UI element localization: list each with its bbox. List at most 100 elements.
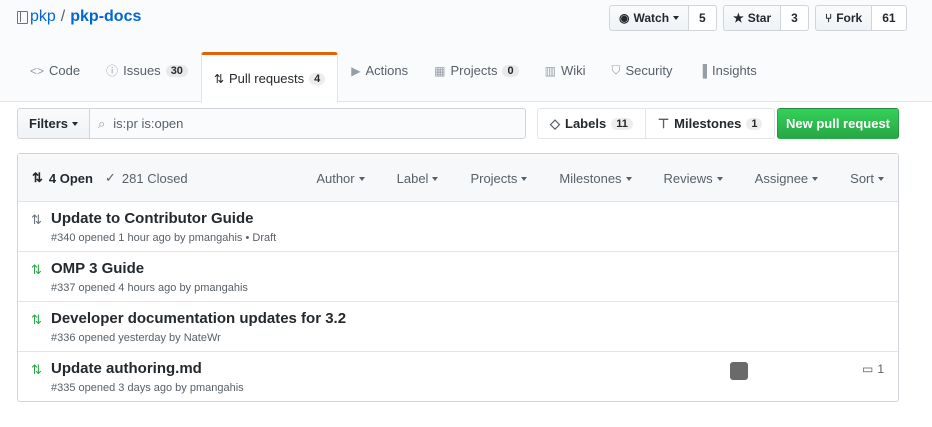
tab-security[interactable]: ⛉ Security xyxy=(598,52,685,87)
filters-group: Filters ⌕ xyxy=(17,108,527,139)
repo-owner-link[interactable]: pkp xyxy=(30,8,56,26)
milestones-menu[interactable]: Milestones xyxy=(559,170,632,186)
chevron-down-icon xyxy=(625,177,632,182)
filters-button[interactable]: Filters xyxy=(17,108,91,139)
pr-title-link[interactable]: Update authoring.md xyxy=(51,360,202,377)
star-button[interactable]: ★ Star xyxy=(723,5,782,31)
milestones-button[interactable]: ⊤ Milestones 1 xyxy=(645,108,776,139)
tab-actions[interactable]: ▶ Actions xyxy=(338,52,421,87)
watch-group: ◉ Watch 5 xyxy=(609,5,717,31)
chevron-down-icon xyxy=(432,177,439,182)
search-icon: ⌕ xyxy=(98,115,106,131)
tab-count: 30 xyxy=(165,64,188,77)
assignee-menu[interactable]: Assignee xyxy=(754,170,819,186)
chevron-down-icon xyxy=(358,177,365,182)
code-icon: <> xyxy=(30,63,45,78)
projects-menu[interactable]: Projects xyxy=(470,170,528,186)
watch-count[interactable]: 5 xyxy=(689,5,717,31)
shield-icon: ⛉ xyxy=(611,63,621,77)
fork-icon: ⑂ xyxy=(825,11,833,25)
milestones-count: 1 xyxy=(746,117,763,130)
closed-filter[interactable]: ✓ 281 Closed xyxy=(105,170,188,186)
eye-icon: ◉ xyxy=(619,11,630,25)
menu-label: Projects xyxy=(470,170,518,186)
star-count[interactable]: 3 xyxy=(781,5,809,31)
pr-title-link[interactable]: Developer documentation updates for 3.2 xyxy=(51,310,346,327)
comments-link[interactable]: ▭ 1 xyxy=(862,362,884,376)
pr-row: ⇅ Update authoring.md #335 opened 3 days… xyxy=(18,352,898,402)
menu-label: Label xyxy=(396,170,429,186)
comment-icon: ▭ xyxy=(861,362,874,376)
tag-icon: ◇ xyxy=(550,115,560,131)
assignee-avatar[interactable] xyxy=(730,362,748,380)
pr-row: ⇅ Update to Contributor Guide #340 opene… xyxy=(18,202,898,252)
closed-label: 281 Closed xyxy=(121,170,188,186)
pr-title-link[interactable]: Update to Contributor Guide xyxy=(51,210,253,227)
chevron-down-icon xyxy=(72,121,79,126)
reviews-menu[interactable]: Reviews xyxy=(664,171,723,186)
new-pull-request-button[interactable]: New pull request xyxy=(777,108,899,139)
search-input[interactable] xyxy=(113,116,494,131)
chevron-down-icon xyxy=(878,177,884,182)
tab-code[interactable]: <> Code xyxy=(17,52,93,87)
check-icon: ✓ xyxy=(104,170,116,185)
pr-row: ⇅ Developer documentation updates for 3.… xyxy=(18,302,898,352)
pr-row: ⇅ OMP 3 Guide #337 opened 4 hours ago by… xyxy=(18,252,898,302)
pull-request-icon: ⇅ xyxy=(31,362,42,377)
state-toggles: ⇅ 4 Open ✓ 281 Closed xyxy=(32,154,188,202)
pull-request-icon: ⇅ xyxy=(32,170,43,185)
pr-meta: #340 opened 1 hour ago by pmangahis • Dr… xyxy=(51,232,277,244)
tab-label: Actions xyxy=(365,63,409,78)
pull-request-icon: ⇅ xyxy=(31,262,42,277)
pr-meta: #337 opened 4 hours ago by pmangahis xyxy=(51,282,248,294)
fork-count[interactable]: 61 xyxy=(872,5,907,31)
pr-title-link[interactable]: OMP 3 Guide xyxy=(51,260,144,277)
labels-count: 11 xyxy=(611,117,633,130)
tab-wiki[interactable]: ▥ Wiki xyxy=(532,52,599,87)
label-menu[interactable]: Label xyxy=(397,171,439,186)
pr-list: ⇅ 4 Open ✓ 281 Closed Author Label Proje… xyxy=(17,153,899,402)
labels-milestones-group: ◇ Labels 11 ⊤ Milestones 1 xyxy=(537,108,776,139)
fork-button[interactable]: ⑂ Fork xyxy=(815,5,873,31)
pr-list-header: ⇅ 4 Open ✓ 281 Closed Author Label Proje… xyxy=(18,154,898,202)
tab-insights[interactable]: ▐ Insights xyxy=(685,52,769,87)
tab-label: Wiki xyxy=(560,63,586,78)
tab-pull-requests[interactable]: ⇅ Pull requests 4 xyxy=(200,52,339,103)
tab-label: Pull requests xyxy=(229,71,305,86)
repo-icon xyxy=(17,10,28,24)
labels-button[interactable]: ◇ Labels 11 xyxy=(537,108,646,139)
menu-label: Author xyxy=(316,170,355,186)
menu-label: Reviews xyxy=(663,170,713,186)
chevron-down-icon xyxy=(521,177,528,182)
project-icon: ▦ xyxy=(434,63,446,78)
sort-menu[interactable]: Sort xyxy=(850,171,884,186)
search-box: ⌕ xyxy=(90,108,527,139)
tab-count: 0 xyxy=(502,64,519,77)
tab-label: Projects xyxy=(450,63,498,78)
pull-request-icon: ⇅ xyxy=(213,71,224,86)
repo-separator: / xyxy=(60,8,66,25)
labels-label: Labels xyxy=(565,116,607,131)
fork-group: ⑂ Fork 61 xyxy=(815,5,907,31)
chevron-down-icon xyxy=(812,177,819,182)
menu-label: Milestones xyxy=(559,170,622,186)
comment-count: 1 xyxy=(877,362,884,376)
tab-label: Code xyxy=(49,63,81,78)
tab-issues[interactable]: ⓘ Issues 30 xyxy=(93,52,201,87)
star-icon: ★ xyxy=(733,11,744,25)
open-filter[interactable]: ⇅ 4 Open xyxy=(32,170,93,186)
tab-label: Issues xyxy=(123,63,161,78)
watch-label: Watch xyxy=(633,11,670,25)
tab-projects[interactable]: ▦ Projects 0 xyxy=(421,52,531,87)
chevron-down-icon xyxy=(716,177,723,182)
repo-name-link[interactable]: pkp-docs xyxy=(70,8,141,26)
watch-button[interactable]: ◉ Watch xyxy=(609,5,690,31)
milestone-icon: ⊤ xyxy=(657,115,670,131)
draft-pull-request-icon: ⇅ xyxy=(31,212,42,227)
graph-icon: ▐ xyxy=(698,63,707,78)
author-menu[interactable]: Author xyxy=(316,170,365,186)
menu-label: Assignee xyxy=(754,170,809,186)
subnav: Filters ⌕ ◇ Labels 11 ⊤ Milestones 1 New… xyxy=(17,108,899,139)
fork-label: Fork xyxy=(836,11,863,25)
menu-label: Sort xyxy=(850,170,874,186)
